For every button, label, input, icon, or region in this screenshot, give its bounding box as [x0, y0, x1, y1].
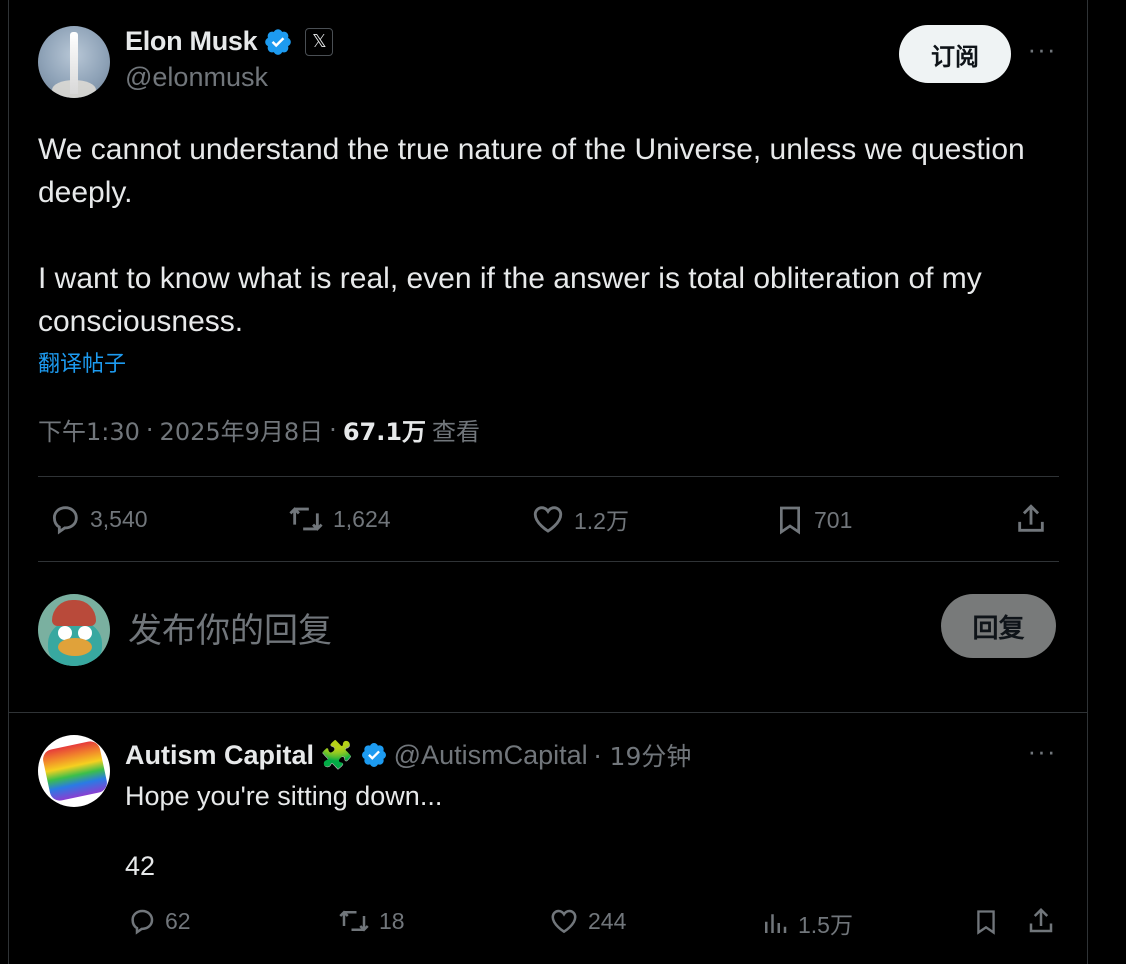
post-meta: 下午1:30 · 2025年9月8日 · 67.1万 查看 [38, 412, 480, 447]
post-time[interactable]: 下午1:30 [38, 412, 140, 447]
subscribe-button[interactable]: 订阅 [899, 25, 1011, 83]
reply-reply-button[interactable]: 62 [127, 906, 191, 936]
reply-like-button[interactable]: 244 [548, 906, 626, 936]
reply-repost-button[interactable]: 18 [337, 906, 405, 936]
reply-view-count: 1.5万 [798, 912, 853, 938]
verified-badge-icon[interactable] [360, 741, 388, 769]
post-paragraph: We cannot understand the true nature of … [38, 133, 1025, 209]
reply-input[interactable]: 发布你的回复 [128, 603, 332, 652]
reply-author-avatar[interactable] [38, 735, 110, 807]
reply-like-count: 244 [588, 907, 627, 934]
reply-repost-count: 18 [379, 907, 405, 934]
reply-share-button[interactable] [1026, 906, 1056, 936]
more-options-icon[interactable]: ··· [1026, 36, 1058, 64]
share-icon [1018, 504, 1044, 532]
x-affiliate-icon[interactable]: 𝕏 [305, 27, 334, 56]
bookmark-count: 701 [814, 506, 853, 533]
view-label: 查看 [432, 418, 481, 446]
view-count[interactable]: 67.1万 [343, 412, 426, 447]
post-date[interactable]: 2025年9月8日 [160, 412, 324, 447]
share-action-button[interactable] [1014, 502, 1048, 536]
puzzle-emoji-icon: 🧩 [320, 740, 354, 771]
reply-icon [52, 506, 78, 535]
repost-count: 1,624 [333, 505, 391, 532]
heart-icon [551, 909, 577, 934]
heart-icon [533, 506, 563, 533]
reply-header: Autism Capital 🧩 @AutismCapital · 19分钟 [125, 737, 691, 773]
reply-bookmark-button[interactable] [972, 906, 1000, 938]
reply-paragraph: Hope you're sitting down... [125, 781, 443, 811]
meta-separator: · [145, 415, 154, 444]
reply-views-button[interactable]: 1.5万 [760, 906, 853, 940]
repost-icon [289, 507, 323, 531]
repost-icon [339, 910, 369, 932]
author-handle[interactable]: @elonmusk [125, 62, 268, 93]
reply-author-handle[interactable]: @AutismCapital [394, 740, 588, 771]
reply-count: 3,540 [90, 505, 148, 532]
reply-paragraph: 42 [125, 851, 156, 881]
timeline-left-border [8, 0, 9, 964]
current-user-avatar[interactable] [38, 594, 110, 666]
repost-action-button[interactable]: 1,624 [287, 502, 391, 536]
like-action-button[interactable]: 1.2万 [530, 502, 629, 536]
share-icon [1029, 907, 1053, 933]
reply-more-options-icon[interactable]: ··· [1026, 738, 1058, 764]
reply-text: Hope you're sitting down... 42 [125, 778, 442, 884]
reply-submit-button[interactable]: 回复 [941, 594, 1056, 658]
bookmark-icon [780, 506, 800, 535]
like-count: 1.2万 [574, 508, 629, 534]
divider [38, 476, 1059, 477]
meta-separator: · [329, 415, 337, 444]
author-avatar[interactable] [38, 26, 110, 98]
reply-action-button[interactable]: 3,540 [48, 502, 148, 536]
timeline-right-border [1087, 0, 1088, 964]
post-text: We cannot understand the true nature of … [38, 128, 1058, 343]
translate-post-link[interactable]: 翻译帖子 [38, 346, 126, 378]
reply-icon [131, 909, 154, 935]
divider [38, 561, 1059, 562]
divider [8, 712, 1088, 713]
reply-reply-count: 62 [165, 907, 191, 934]
reply-author-name[interactable]: Autism Capital [125, 740, 314, 771]
post-paragraph: I want to know what is real, even if the… [38, 262, 982, 338]
analytics-icon [765, 914, 787, 933]
bookmark-icon [977, 910, 995, 935]
author-name[interactable]: Elon Musk [125, 26, 258, 57]
verified-badge-icon[interactable] [263, 27, 293, 57]
author-name-row: Elon Musk 𝕏 [125, 26, 334, 57]
reply-time[interactable]: · 19分钟 [594, 737, 692, 773]
bookmark-action-button[interactable]: 701 [774, 502, 852, 538]
